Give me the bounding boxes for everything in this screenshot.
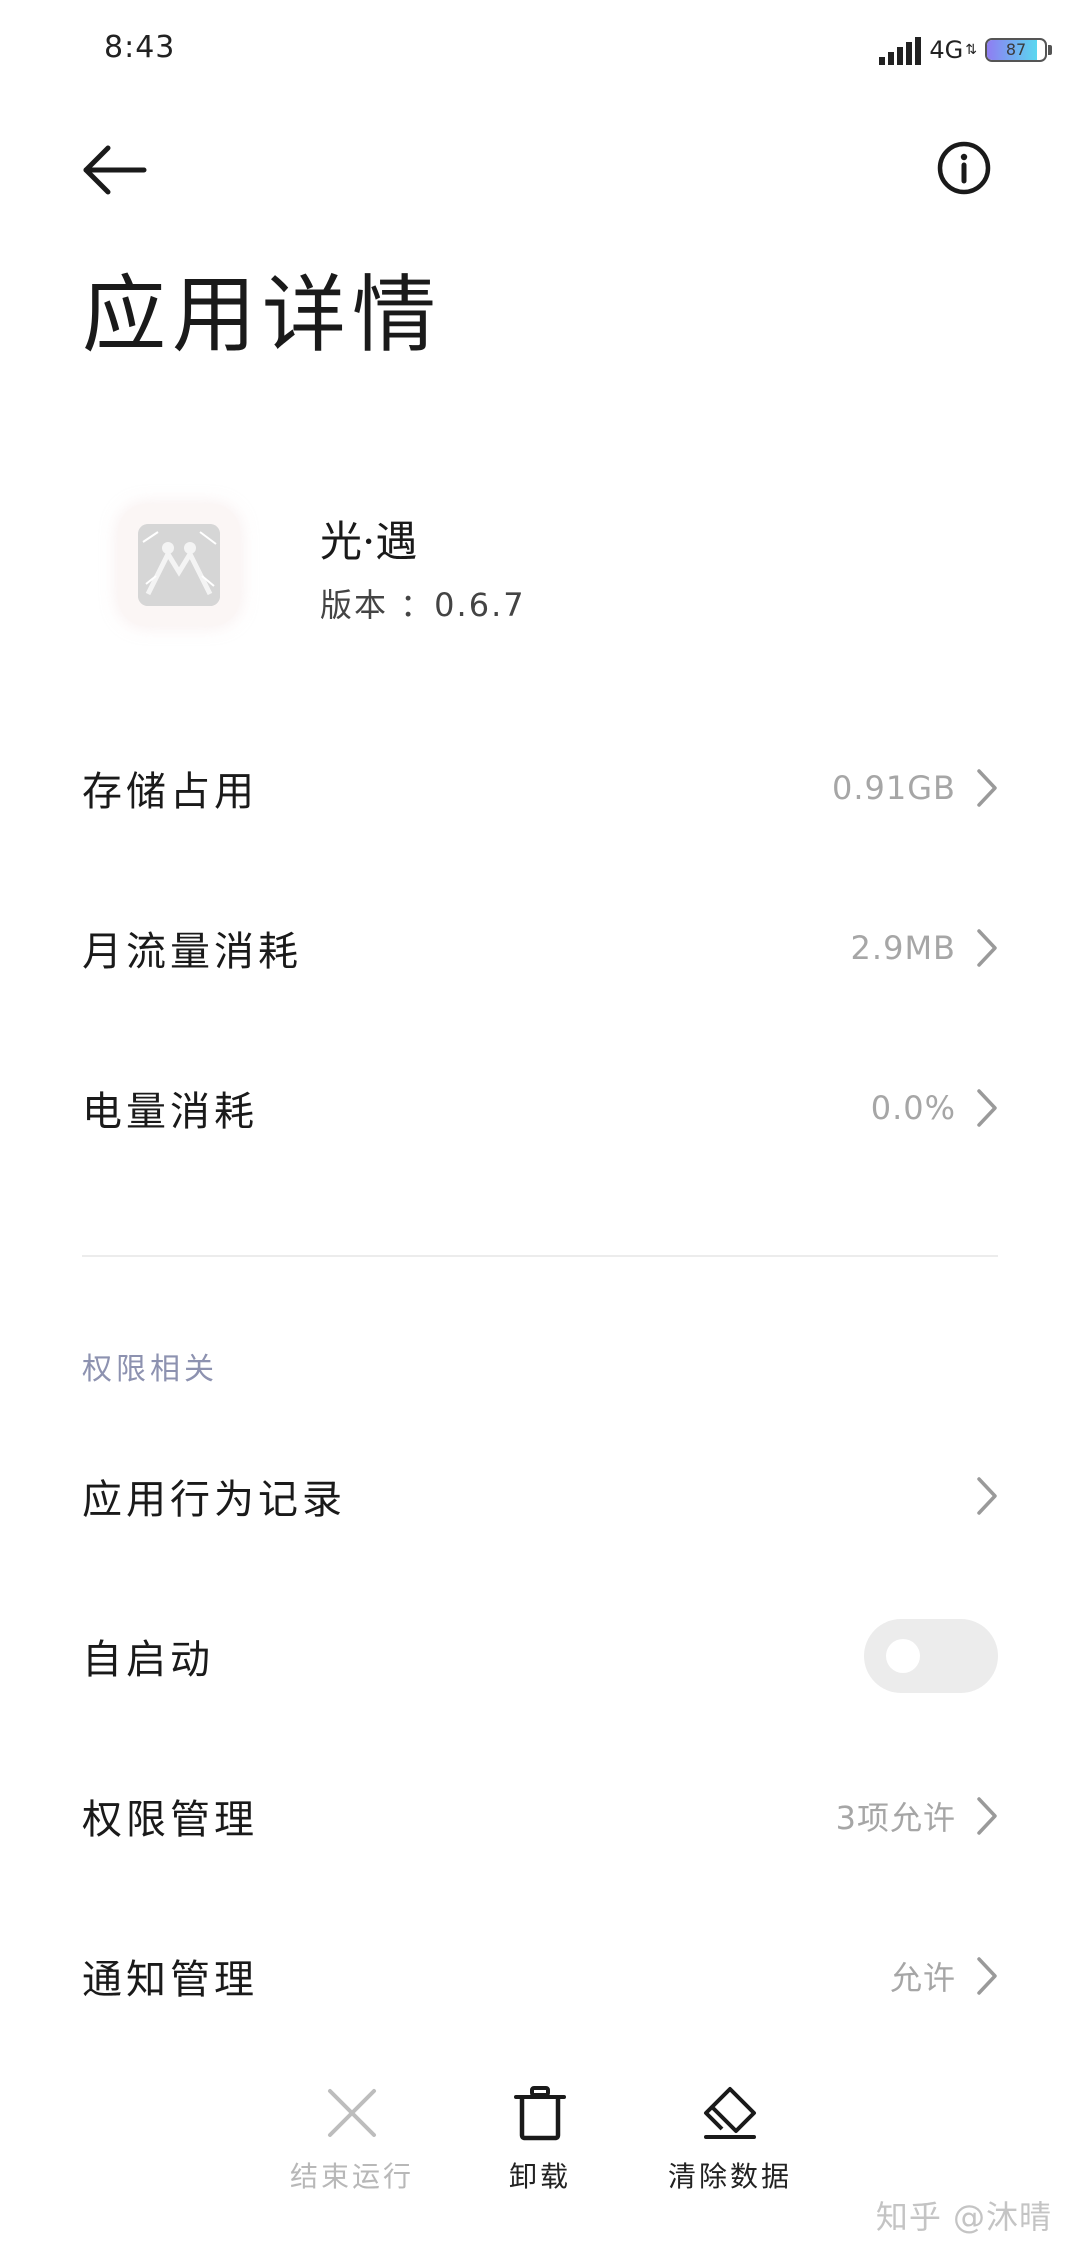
arrow-left-icon [83, 145, 147, 195]
autostart-label: 自启动 [82, 1637, 214, 1683]
storage-value-group: 0.91GB [832, 768, 998, 808]
force-stop-label: 结束运行 [289, 2160, 414, 2193]
permission-manage-row[interactable]: 权限管理 3项允许 [82, 1766, 998, 1866]
battery-usage-value-group: 0.0% [871, 1088, 998, 1128]
battery-icon: 87 [985, 38, 1047, 62]
signal-icon [879, 35, 922, 65]
uninstall-button[interactable]: 卸载 [450, 2085, 630, 2225]
section-divider [82, 1255, 998, 1257]
force-stop-button[interactable]: 结束运行 [262, 2085, 442, 2225]
storage-row[interactable]: 存储占用 0.91GB [82, 738, 998, 838]
chevron-right-icon [977, 1797, 997, 1835]
page-title: 应用详情 [82, 266, 443, 364]
battery-usage-label: 电量消耗 [82, 1089, 258, 1135]
autostart-toggle[interactable] [864, 1619, 998, 1693]
network-type: 4G [929, 36, 964, 64]
data-usage-row[interactable]: 月流量消耗 2.9MB [82, 898, 998, 998]
battery-usage-row[interactable]: 电量消耗 0.0% [82, 1058, 998, 1158]
data-usage-value: 2.9MB [850, 929, 956, 967]
behavior-record-value-group [976, 1476, 998, 1516]
data-usage-label: 月流量消耗 [82, 929, 302, 975]
data-activity-icon: ⇅ [965, 42, 977, 58]
back-button[interactable] [80, 140, 160, 200]
watermark-text: 知乎 @沐晴 [875, 2198, 1052, 2236]
chevron-right-icon [977, 1957, 997, 1995]
app-version: 版本 ：0.6.7 [320, 586, 526, 624]
chevron-right-icon [977, 1477, 997, 1515]
storage-label: 存储占用 [82, 769, 258, 815]
permission-manage-label: 权限管理 [82, 1797, 258, 1843]
app-icon-image [138, 524, 220, 606]
chevron-right-icon [977, 769, 997, 807]
autostart-row: 自启动 [82, 1606, 998, 1706]
permission-manage-value: 3项允许 [835, 1799, 956, 1837]
storage-value: 0.91GB [832, 769, 956, 807]
notification-manage-value: 允许 [889, 1959, 956, 1997]
eraser-icon [704, 2087, 756, 2139]
info-button[interactable] [936, 140, 992, 196]
chevron-right-icon [977, 1089, 997, 1127]
clear-data-button[interactable]: 清除数据 [640, 2085, 820, 2225]
app-icon [118, 504, 240, 626]
uninstall-label: 卸载 [508, 2160, 571, 2193]
permissions-section-header: 权限相关 [82, 1352, 218, 1387]
status-bar: 8:43 4G ⇅ 87 [0, 0, 1080, 100]
battery-usage-value: 0.0% [870, 1089, 956, 1127]
behavior-record-label: 应用行为记录 [82, 1477, 346, 1523]
chevron-right-icon [977, 929, 997, 967]
close-icon [328, 2089, 376, 2137]
app-name: 光·遇 [320, 517, 418, 566]
toggle-knob [886, 1639, 920, 1673]
trash-icon [514, 2086, 566, 2141]
notification-manage-row[interactable]: 通知管理 允许 [82, 1926, 998, 2026]
info-circle-icon [937, 141, 991, 195]
battery-nub [1048, 45, 1052, 55]
notification-manage-value-group: 允许 [890, 1953, 998, 1999]
battery-level: 87 [1005, 40, 1027, 59]
behavior-record-row[interactable]: 应用行为记录 [82, 1446, 998, 1546]
status-time: 8:43 [104, 30, 176, 65]
clear-data-label: 清除数据 [667, 2160, 792, 2193]
notification-manage-label: 通知管理 [82, 1957, 258, 2003]
status-indicators: 4G ⇅ 87 [879, 32, 1052, 68]
permission-manage-value-group: 3项允许 [836, 1793, 998, 1839]
app-info-card: 光·遇 版本 ：0.6.7 [110, 498, 970, 648]
data-usage-value-group: 2.9MB [851, 928, 998, 968]
